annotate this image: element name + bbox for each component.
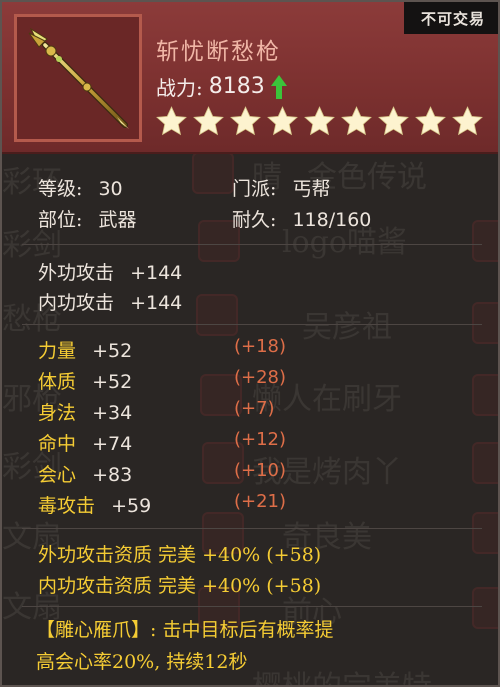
- background-ghost-icon: [472, 302, 498, 344]
- attribute-bonus: (+10): [234, 460, 287, 481]
- attribute-row: 命中 +74: [38, 429, 132, 456]
- attribute-label: 身法: [38, 402, 77, 424]
- power-row: 战力: 8183: [156, 72, 287, 101]
- aptitude-text: 外功攻击资质 完美 +40% (+58): [38, 544, 322, 566]
- skill-line: 高会心率20%, 持续12秒: [36, 651, 248, 673]
- skill-line: 【雕心雁爪】: 击中目标后有概率提: [36, 619, 334, 641]
- star-icon: [304, 106, 335, 136]
- star-icon: [156, 106, 187, 136]
- star-icon: [230, 106, 261, 136]
- attack-row-outer: 外功攻击 +144: [38, 258, 182, 285]
- background-ghost-icon: [472, 442, 498, 484]
- attribute-bonus: (+21): [234, 491, 287, 512]
- attribute-label: 命中: [38, 433, 77, 455]
- star-rating: [155, 105, 484, 138]
- level-label: 等级:: [38, 178, 83, 200]
- star-icon: [378, 106, 409, 136]
- divider: [22, 606, 482, 607]
- inner-attack-label: 内功攻击: [38, 292, 115, 314]
- level-row: 等级: 30: [38, 174, 123, 201]
- attribute-bonus: (+12): [234, 429, 287, 450]
- durability-value: 118/160: [292, 209, 372, 231]
- star-icon: [452, 106, 483, 136]
- inner-attack-value: +144: [130, 292, 183, 314]
- sect-label: 门派:: [232, 178, 277, 200]
- attribute-value: +52: [92, 371, 133, 393]
- attribute-row: 身法 +34: [38, 398, 132, 425]
- attribute-label: 力量: [38, 340, 77, 362]
- attribute-row: 体质 +52: [38, 367, 132, 394]
- item-header: 不可交易 斩忧断愁枪 战力: 8183: [2, 2, 498, 154]
- background-ghost-icon: [472, 512, 498, 554]
- outer-attack-label: 外功攻击: [38, 262, 115, 284]
- background-ghost-icon: [192, 152, 234, 194]
- slot-label: 部位:: [38, 209, 83, 231]
- attribute-row: 毒攻击 +59: [38, 491, 151, 518]
- item-name: 斩忧断愁枪: [156, 39, 281, 65]
- divider: [22, 528, 482, 529]
- aptitude-row: 内功攻击资质 完美 +40% (+58): [38, 571, 321, 598]
- item-tooltip: 彩环晴金色传说 彩剑 logo喵酱 愁枪 吴彦祖 邪枪 懒人在刷牙 彩剑 我是烤肉丫 文扇 奇良美文…: [0, 0, 500, 687]
- power-value: 8183: [208, 74, 265, 99]
- attribute-label: 体质: [38, 371, 77, 393]
- sect-row: 门派: 丐帮: [232, 174, 330, 201]
- attribute-value: +34: [92, 402, 133, 424]
- slot-row: 部位: 武器: [38, 205, 136, 232]
- attribute-value: +74: [92, 433, 133, 455]
- attribute-bonus: (+18): [234, 336, 287, 357]
- durability-row: 耐久: 118/160: [232, 205, 371, 232]
- skill-description: 【雕心雁爪】: 击中目标后有概率提 高会心率20%, 持续12秒: [36, 614, 476, 678]
- power-up-arrow-icon: [270, 74, 287, 99]
- durability-label: 耐久:: [232, 209, 277, 231]
- not-tradeable-badge: 不可交易: [404, 2, 498, 34]
- attack-row-inner: 内功攻击 +144: [38, 288, 182, 315]
- attribute-label: 会心: [38, 464, 77, 486]
- background-ghost-icon: [472, 587, 498, 629]
- attribute-row: 力量 +52: [38, 336, 132, 363]
- level-value: 30: [98, 178, 123, 200]
- background-ghost-icon: [472, 220, 498, 262]
- star-icon: [267, 106, 298, 136]
- star-icon: [193, 106, 224, 136]
- power-label: 战力:: [156, 76, 203, 100]
- star-icon: [341, 106, 372, 136]
- attribute-row: 会心 +83: [38, 460, 132, 487]
- aptitude-text: 内功攻击资质 完美 +40% (+58): [38, 575, 322, 597]
- divider: [22, 324, 482, 325]
- divider: [22, 244, 482, 245]
- outer-attack-value: +144: [130, 262, 183, 284]
- item-icon-frame[interactable]: [14, 14, 142, 142]
- attribute-label: 毒攻击: [38, 495, 96, 517]
- attribute-value: +52: [92, 340, 133, 362]
- golden-spear-icon: [28, 27, 129, 129]
- attribute-bonus: (+7): [234, 398, 275, 419]
- attribute-value: +59: [111, 495, 152, 517]
- background-ghost-icon: [472, 374, 498, 416]
- aptitude-row: 外功攻击资质 完美 +40% (+58): [38, 540, 321, 567]
- slot-value: 武器: [98, 209, 137, 231]
- attribute-value: +83: [92, 464, 133, 486]
- sect-value: 丐帮: [292, 178, 331, 200]
- attribute-bonus: (+28): [234, 367, 287, 388]
- star-icon: [415, 106, 446, 136]
- background-ghost-icon: [196, 294, 238, 336]
